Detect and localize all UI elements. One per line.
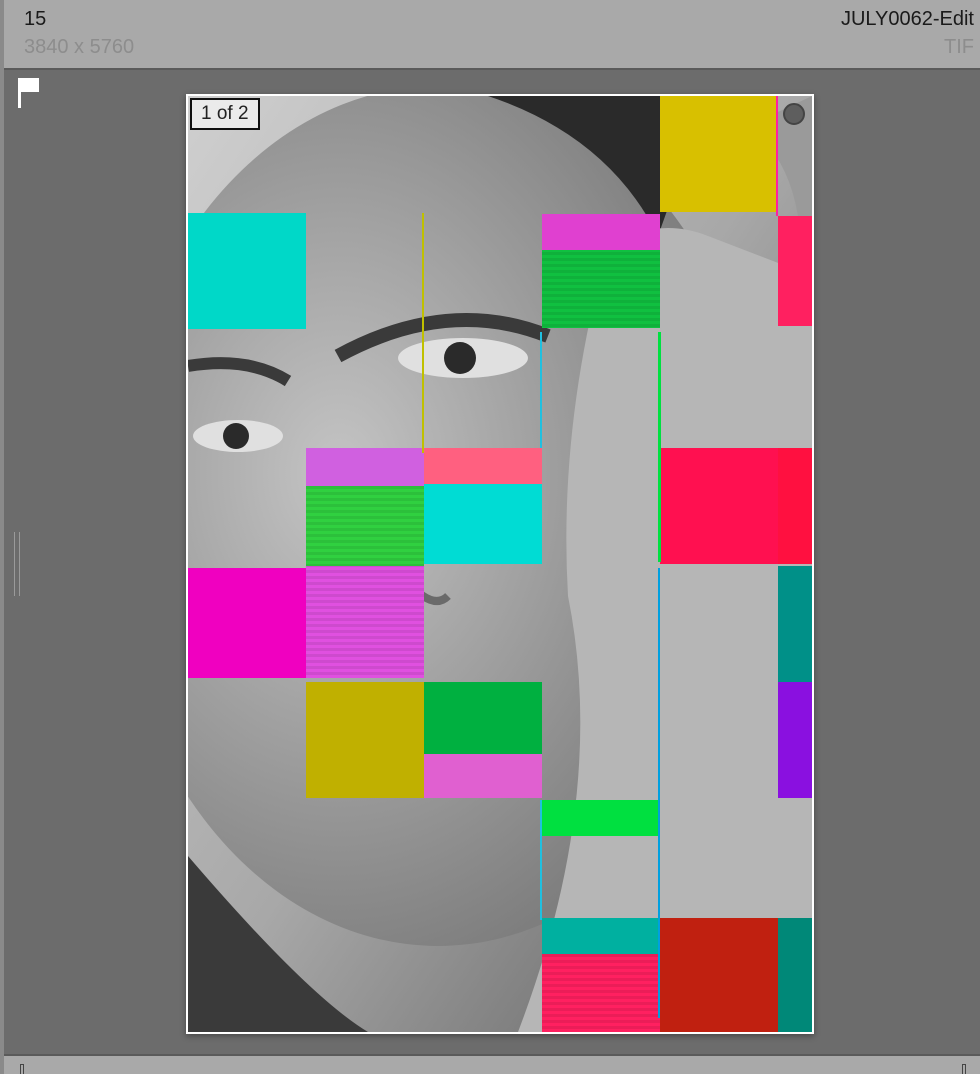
footer-left-tick [20,1064,24,1074]
stack-count-badge[interactable]: 1 of 2 [190,98,260,130]
file-name: JULY0062-Edit [840,8,974,30]
image-dimensions: 3840 x 5760 [24,36,135,58]
cell-index: 15 [24,8,47,30]
photo-thumbnail[interactable] [186,94,814,1034]
cell-footer [4,1054,980,1074]
photo-image [188,96,812,1032]
file-type: TIF [944,36,974,58]
selection-circle-icon[interactable] [783,103,805,125]
glitch-portrait-image [188,96,812,1032]
footer-right-tick [962,1064,966,1074]
resize-handle[interactable] [14,532,20,596]
cell-header: 15 3840 x 5760 JULY0062-Edit TIF [4,0,980,70]
flag-icon[interactable] [16,76,42,110]
grid-cell[interactable]: 15 3840 x 5760 JULY0062-Edit TIF 1 of 2 [0,0,980,1074]
